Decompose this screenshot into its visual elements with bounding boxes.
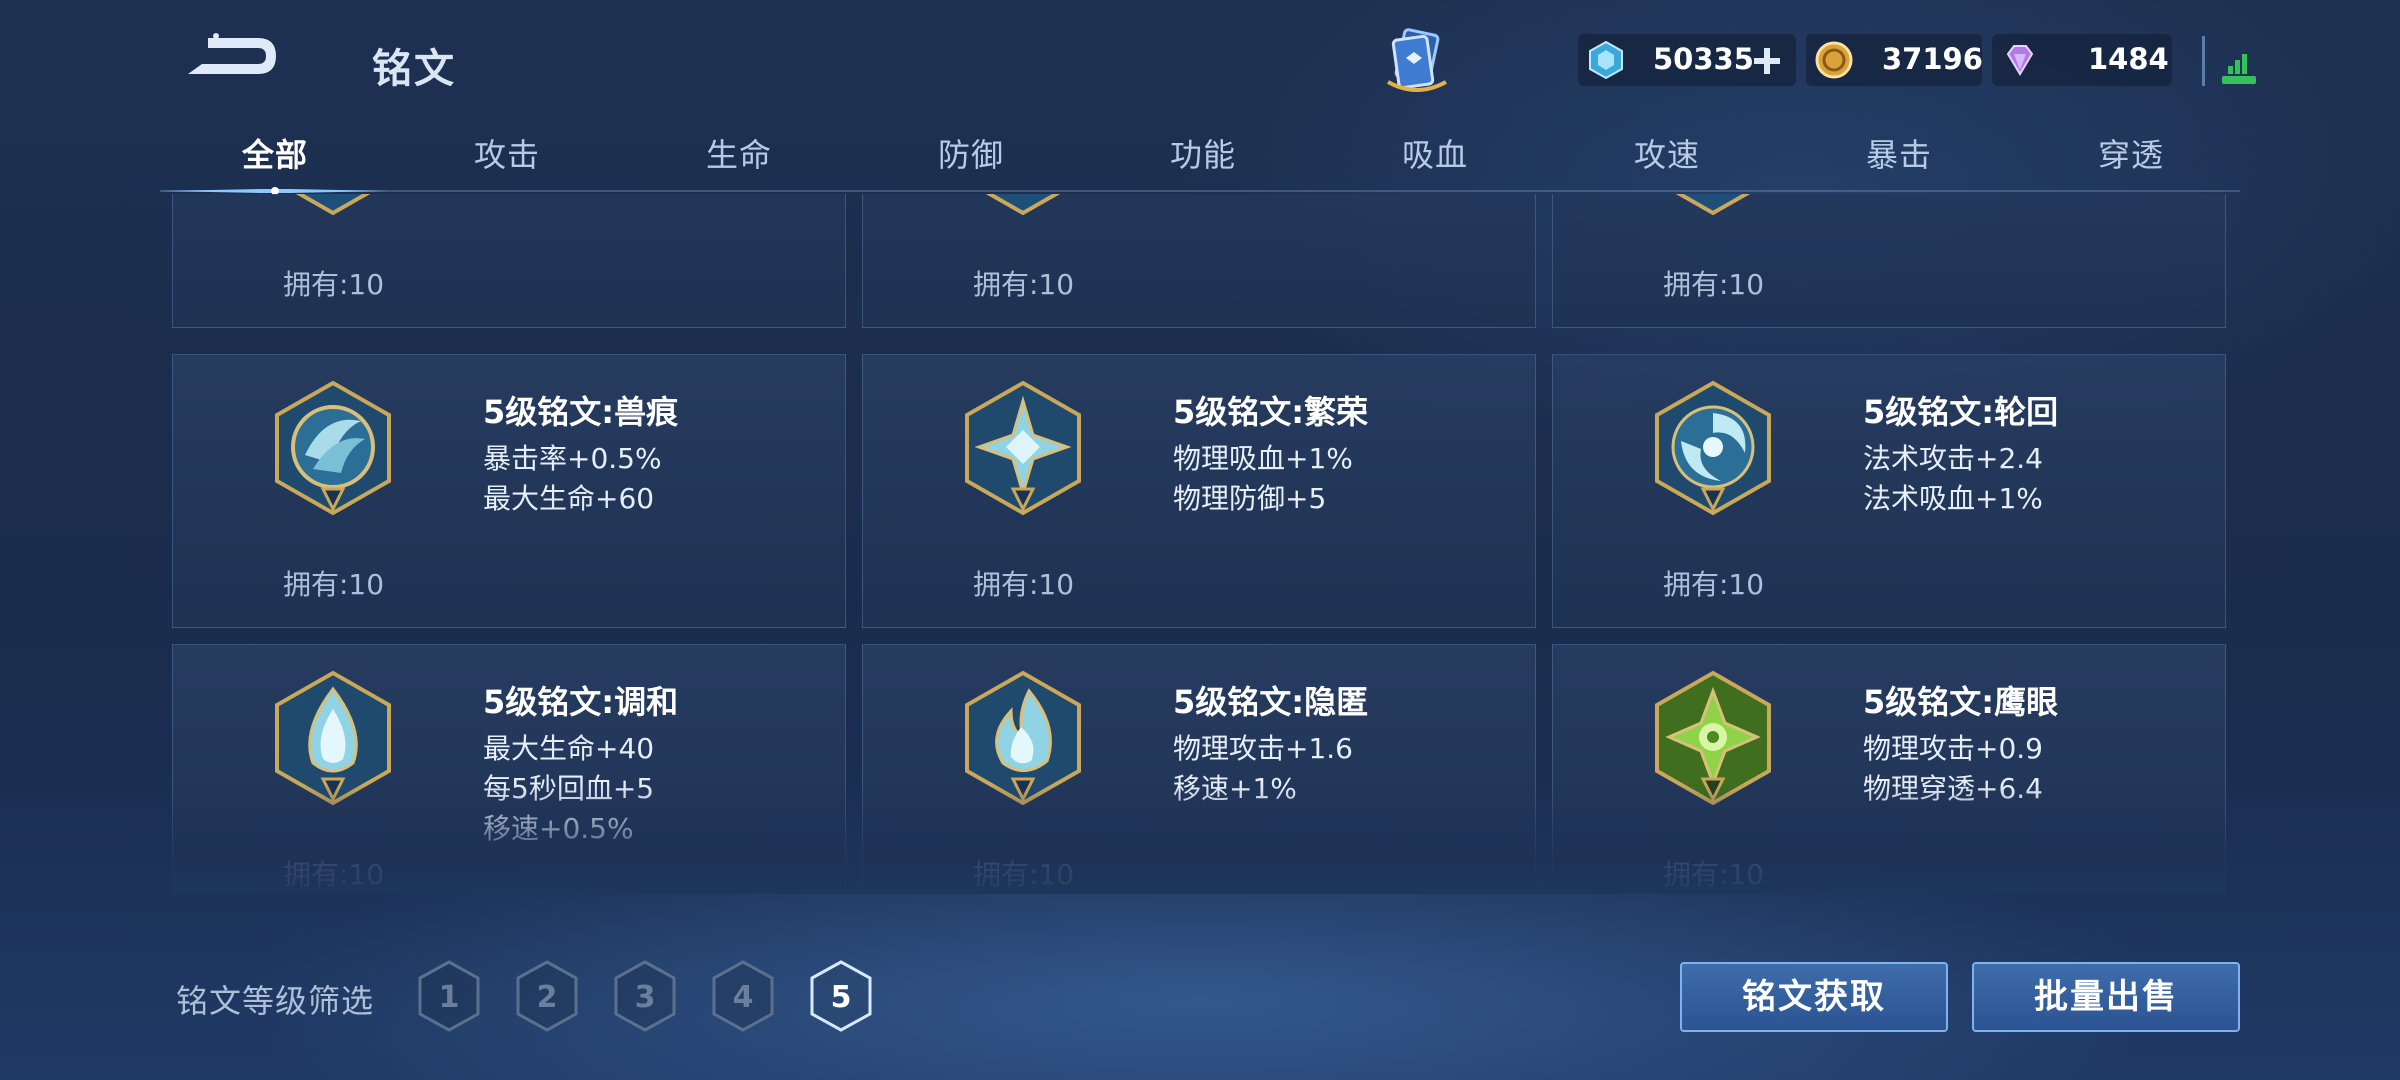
tab-penetration[interactable]: 穿透 xyxy=(2056,130,2206,176)
diamond-icon xyxy=(2006,45,2034,76)
harmony-emblem-icon xyxy=(275,670,391,806)
level-3-label: 3 xyxy=(635,980,656,1015)
inscription-card[interactable]: 拥有:10 xyxy=(862,194,1536,328)
prosperity-emblem-icon xyxy=(965,380,1081,516)
get-inscription-button[interactable]: 铭文获取 xyxy=(1680,962,1948,1032)
inscription-attr: 移速+0.5% xyxy=(483,812,634,845)
coupon-counter: 50335 xyxy=(1578,34,1796,86)
inscription-attr: 最大生命+60 xyxy=(483,482,655,515)
tab-attack[interactable]: 攻击 xyxy=(432,130,582,176)
owned-count: 拥有:10 xyxy=(973,568,1075,601)
level-5-label: 5 xyxy=(831,980,852,1015)
owned-count: 拥有:10 xyxy=(973,268,1075,301)
inscription-attr: 暴击率+0.5% xyxy=(483,442,662,475)
gold-counter: 37196 xyxy=(1806,34,1983,86)
page-title: 铭文 xyxy=(372,46,456,92)
owned-count: 拥有:10 xyxy=(1663,858,1765,891)
gem-value: 1484 xyxy=(2088,42,2169,76)
hawk-eye-emblem-icon xyxy=(1655,670,1771,806)
inscription-card-icon[interactable] xyxy=(1378,26,1456,102)
inscription-attr: 物理防御+5 xyxy=(1173,482,1327,515)
level-2-label: 2 xyxy=(537,980,558,1015)
owned-count: 拥有:10 xyxy=(283,568,385,601)
inscription-card-fanrong[interactable]: 5级铭文:繁荣 物理吸血+1% 物理防御+5 拥有:10 xyxy=(862,354,1536,628)
inscription-name: 5级铭文:调和 xyxy=(483,683,679,721)
beast-mark-emblem-icon xyxy=(275,380,391,516)
inscription-card-yingyan[interactable]: 5级铭文:鹰眼 物理攻击+0.9 物理穿透+6.4 拥有:10 xyxy=(1552,644,2226,894)
inscription-name: 5级铭文:轮回 xyxy=(1863,393,2059,431)
inscription-name: 5级铭文:隐匿 xyxy=(1173,683,1369,721)
inscription-name: 5级铭文:兽痕 xyxy=(483,393,679,431)
inscription-attr: 物理攻击+1.6 xyxy=(1173,732,1353,765)
coupon-icon xyxy=(1589,40,1623,80)
tab-all[interactable]: 全部 xyxy=(200,130,350,176)
tab-defense[interactable]: 防御 xyxy=(896,130,1046,176)
tab-health[interactable]: 生命 xyxy=(664,130,814,176)
owned-count: 拥有:10 xyxy=(1663,568,1765,601)
inscription-card-tiaohe[interactable]: 5级铭文:调和 最大生命+40 每5秒回血+5 移速+0.5% 拥有:10 xyxy=(172,644,846,894)
back-button[interactable] xyxy=(180,30,285,82)
inscription-attr: 移速+1% xyxy=(1173,772,1297,805)
level-filter-3[interactable]: 3 xyxy=(610,958,680,1034)
gold-value: 37196 xyxy=(1882,42,1983,76)
inscription-emblem-icon xyxy=(295,194,371,216)
inscription-name: 5级铭文:繁荣 xyxy=(1173,393,1369,431)
coupon-value: 50335 xyxy=(1653,42,1754,76)
back-arrow-icon xyxy=(188,33,276,74)
inscription-card[interactable]: 拥有:10 xyxy=(1552,194,2226,328)
level-filter-2[interactable]: 2 xyxy=(512,958,582,1034)
inscription-grid: 拥有:10 拥有:10 拥有:10 5级铭文:兽痕 暴击率+0.5% 最大生命+… xyxy=(172,194,2226,894)
tab-critical[interactable]: 暴击 xyxy=(1824,130,1974,176)
gold-coin-icon xyxy=(1815,41,1853,79)
tab-lifesteal[interactable]: 吸血 xyxy=(1360,130,1510,176)
inscription-attr: 物理穿透+6.4 xyxy=(1863,772,2043,805)
inscription-card-lunhui[interactable]: 5级铭文:轮回 法术攻击+2.4 法术吸血+1% 拥有:10 xyxy=(1552,354,2226,628)
inscription-emblem-icon xyxy=(985,194,1061,216)
inscription-emblem-icon xyxy=(1675,194,1751,216)
gem-counter: 1484 xyxy=(1992,34,2172,86)
level-filter-1[interactable]: 1 xyxy=(414,958,484,1034)
inscription-attr: 最大生命+40 xyxy=(483,732,655,765)
owned-count: 拥有:10 xyxy=(283,858,385,891)
level-filter-5[interactable]: 5 xyxy=(806,958,876,1034)
owned-count: 拥有:10 xyxy=(1663,268,1765,301)
level-filter-label: 铭文等级筛选 xyxy=(176,982,375,1020)
plus-icon[interactable] xyxy=(1752,46,1782,76)
category-tabs: 全部 攻击 生命 防御 功能 吸血 攻速 暴击 穿透 xyxy=(160,130,2240,195)
inscription-card-shouhen[interactable]: 5级铭文:兽痕 暴击率+0.5% 最大生命+60 拥有:10 xyxy=(172,354,846,628)
stealth-emblem-icon xyxy=(965,670,1081,806)
inscription-name: 5级铭文:鹰眼 xyxy=(1863,683,2059,721)
owned-count: 拥有:10 xyxy=(973,858,1075,891)
inscription-card-yinni[interactable]: 5级铭文:隐匿 物理攻击+1.6 移速+1% 拥有:10 xyxy=(862,644,1536,894)
batch-sell-button[interactable]: 批量出售 xyxy=(1972,962,2240,1032)
tab-attack-speed[interactable]: 攻速 xyxy=(1592,130,1742,176)
inscription-attr: 法术攻击+2.4 xyxy=(1863,442,2043,475)
network-signal-icon xyxy=(2202,36,2256,86)
reincarnation-emblem-icon xyxy=(1655,380,1771,516)
inscription-attr: 物理吸血+1% xyxy=(1173,442,1353,475)
inscription-card[interactable]: 拥有:10 xyxy=(172,194,846,328)
inscription-attr: 法术吸血+1% xyxy=(1863,482,2043,515)
owned-count: 拥有:10 xyxy=(283,268,385,301)
inscription-attr: 物理攻击+0.9 xyxy=(1863,732,2043,765)
level-1-label: 1 xyxy=(439,980,460,1015)
inscription-attr: 每5秒回血+5 xyxy=(483,772,655,805)
level-filter-4[interactable]: 4 xyxy=(708,958,778,1034)
tab-function[interactable]: 功能 xyxy=(1128,130,1278,176)
level-4-label: 4 xyxy=(733,980,754,1015)
